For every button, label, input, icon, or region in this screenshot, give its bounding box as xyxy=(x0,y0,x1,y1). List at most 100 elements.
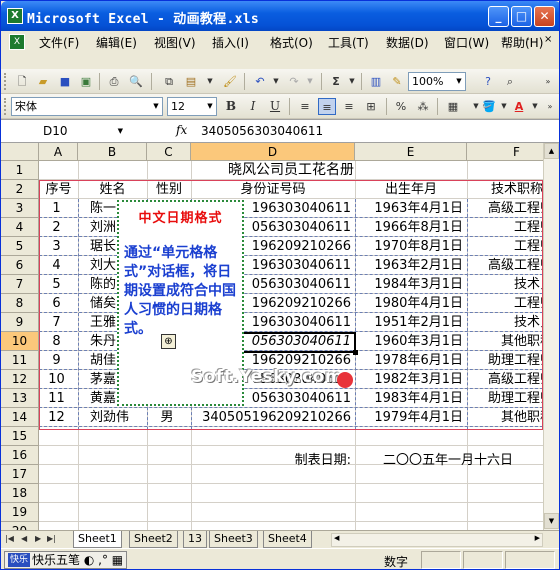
chevron-down-icon[interactable]: ▼ xyxy=(453,73,465,90)
chevron-down-icon[interactable]: ▼ xyxy=(150,98,162,115)
name-box[interactable]: D10 ▼ xyxy=(1,122,131,141)
cell-f3[interactable]: 高级工程师 xyxy=(467,199,543,218)
open-icon[interactable]: ▰ xyxy=(34,73,52,90)
cell-f13[interactable]: 助理工程师 xyxy=(467,389,543,408)
percent-style-icon[interactable]: % xyxy=(392,98,410,115)
cell-f11[interactable]: 助理工程师 xyxy=(467,351,543,370)
moon-icon[interactable]: ◐ ,° ▦ xyxy=(84,553,123,567)
cell-e4[interactable]: 1966年8月1日 xyxy=(355,218,463,237)
help-icon[interactable]: ? xyxy=(479,73,497,90)
cell-a14[interactable]: 12 xyxy=(39,408,74,427)
row-header-10[interactable]: 10 xyxy=(1,332,39,351)
cell-f9[interactable]: 技术员 xyxy=(467,313,543,332)
toolbar-grip[interactable] xyxy=(4,98,7,115)
scroll-left-icon[interactable]: ◀ xyxy=(334,534,339,542)
cell-e5[interactable]: 1970年8月1日 xyxy=(355,237,463,256)
prev-sheet-icon[interactable]: ◀ xyxy=(21,534,27,543)
row-header-11[interactable]: 11 xyxy=(1,351,39,370)
next-sheet-icon[interactable]: ▶ xyxy=(35,534,41,543)
workbook-icon[interactable]: X xyxy=(9,34,25,50)
menu-insert[interactable]: 插入(I) xyxy=(212,34,249,51)
new-icon[interactable]: 🗋 xyxy=(13,73,31,90)
cell-e7[interactable]: 1984年3月1日 xyxy=(355,275,463,294)
menu-tools[interactable]: 工具(T) xyxy=(328,34,369,51)
permission-icon[interactable]: ▣ xyxy=(77,73,95,90)
cell-e14[interactable]: 1979年4月1日 xyxy=(355,408,463,427)
toolbar-options-icon[interactable]: » xyxy=(539,73,557,90)
cell-a12[interactable]: 10 xyxy=(39,370,74,389)
scroll-down-icon[interactable]: ▼ xyxy=(544,513,559,529)
research-icon[interactable]: ⌕ xyxy=(501,73,519,90)
menu-edit[interactable]: 编辑(E) xyxy=(96,34,137,51)
footer-date[interactable]: 二〇〇五年一月十六日 xyxy=(383,451,543,470)
worksheet-grid[interactable]: A B C D E F 1 2 3 4 5 6 7 8 9 10 11 12 13 14 15 16 17 18 1… xyxy=(1,143,543,530)
tab-sheet4[interactable]: Sheet4 xyxy=(263,531,312,548)
save-icon[interactable]: ■ xyxy=(56,73,74,90)
tab-sheet3[interactable]: Sheet3 xyxy=(209,531,258,548)
row-header-19[interactable]: 19 xyxy=(1,503,39,522)
cell-e6[interactable]: 1963年2月1日 xyxy=(355,256,463,275)
column-header-c[interactable]: C xyxy=(147,143,191,161)
drawing-icon[interactable]: ✎ xyxy=(388,73,406,90)
row-header-12[interactable]: 12 xyxy=(1,370,39,389)
menu-help[interactable]: 帮助(H) xyxy=(501,34,543,51)
first-sheet-icon[interactable]: |◀ xyxy=(5,534,14,543)
underline-button[interactable]: U xyxy=(266,98,284,115)
cell-f8[interactable]: 工程师 xyxy=(467,294,543,313)
row-header-17[interactable]: 17 xyxy=(1,465,39,484)
cell-a7[interactable]: 5 xyxy=(39,275,74,294)
menu-file[interactable]: 文件(F) xyxy=(39,34,79,51)
zoom-select[interactable]: 100% ▼ xyxy=(408,72,466,91)
maximize-button[interactable]: □ xyxy=(511,6,532,27)
font-size-select[interactable]: 12 ▼ xyxy=(167,97,217,116)
scroll-up-icon[interactable]: ▲ xyxy=(544,143,559,159)
insert-function-icon[interactable]: fx xyxy=(176,123,187,137)
cell-f14[interactable]: 其他职称 xyxy=(467,408,543,427)
cell-f4[interactable]: 工程师 xyxy=(467,218,543,237)
row-header-9[interactable]: 9 xyxy=(1,313,39,332)
tab-sheet1[interactable]: Sheet1 xyxy=(73,531,122,548)
menu-data[interactable]: 数据(D) xyxy=(386,34,429,51)
fill-handle[interactable] xyxy=(353,350,358,355)
bold-button[interactable]: B xyxy=(222,98,240,115)
chart-wizard-icon[interactable]: ▥ xyxy=(367,73,385,90)
autosum-dropdown-icon[interactable]: ▼ xyxy=(343,73,361,90)
cell-f7[interactable]: 技术员 xyxy=(467,275,543,294)
footer-label[interactable]: 制表日期: xyxy=(191,451,351,470)
header-cell-a[interactable]: 序号 xyxy=(39,180,78,199)
font-name-select[interactable]: 宋体 ▼ xyxy=(11,97,163,116)
cell-a9[interactable]: 7 xyxy=(39,313,74,332)
row-header-3[interactable]: 3 xyxy=(1,199,39,218)
align-right-icon[interactable]: ≡ xyxy=(340,98,358,115)
format-painter-icon[interactable]: 🖌 xyxy=(221,73,239,90)
menu-format[interactable]: 格式(O) xyxy=(270,34,313,51)
column-header-a[interactable]: A xyxy=(39,143,78,161)
vertical-scrollbar[interactable]: ▲ ▼ xyxy=(543,143,559,530)
cell-f12[interactable]: 高级工程师 xyxy=(467,370,543,389)
toolbar-options-icon[interactable]: » xyxy=(541,98,559,115)
doc-restore-icon[interactable]: × xyxy=(544,34,552,45)
header-cell-c[interactable]: 性别 xyxy=(147,180,191,199)
cell-e10[interactable]: 1960年3月1日 xyxy=(355,332,463,351)
row-header-8[interactable]: 8 xyxy=(1,294,39,313)
cell-a11[interactable]: 9 xyxy=(39,351,74,370)
copy-icon[interactable]: ⧉ xyxy=(160,73,178,90)
row-header-15[interactable]: 15 xyxy=(1,427,39,446)
align-left-icon[interactable]: ≡ xyxy=(296,98,314,115)
chevron-down-icon[interactable]: ▼ xyxy=(118,122,123,141)
ime-indicator[interactable]: 快乐 快乐五笔 ◐ ,° ▦ xyxy=(4,551,128,569)
print-icon[interactable]: ⎙ xyxy=(105,73,123,90)
select-all-corner[interactable] xyxy=(1,143,39,161)
menu-window[interactable]: 窗口(W) xyxy=(444,34,489,51)
horizontal-scrollbar[interactable]: ◀ ▶ xyxy=(331,533,543,547)
cell-f6[interactable]: 高级工程师 xyxy=(467,256,543,275)
cell-e3[interactable]: 1963年4月1日 xyxy=(355,199,463,218)
cell-a3[interactable]: 1 xyxy=(39,199,74,218)
cell-a8[interactable]: 6 xyxy=(39,294,74,313)
column-header-e[interactable]: E xyxy=(355,143,467,161)
toolbar-grip[interactable] xyxy=(4,73,7,90)
cell-b14[interactable]: 刘劲伟 xyxy=(90,408,147,427)
row-header-6[interactable]: 6 xyxy=(1,256,39,275)
cell-a10[interactable]: 8 xyxy=(39,332,74,351)
paste-dropdown-icon[interactable]: ▼ xyxy=(201,73,219,90)
